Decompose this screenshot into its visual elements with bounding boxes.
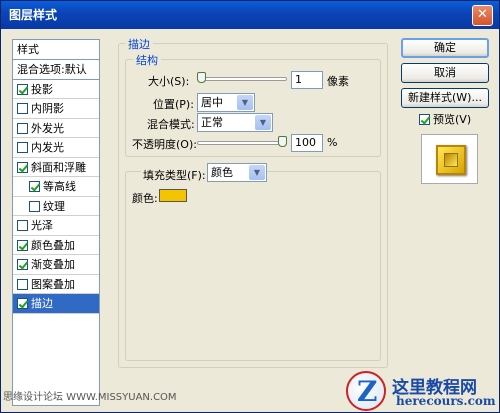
checkbox-icon[interactable] bbox=[17, 83, 28, 95]
checkbox-icon[interactable] bbox=[17, 103, 28, 114]
checkbox-icon[interactable] bbox=[29, 181, 40, 192]
style-list-item[interactable]: 投影 bbox=[13, 80, 99, 99]
opacity-slider-thumb[interactable] bbox=[278, 136, 287, 147]
style-list-item-label: 纹理 bbox=[43, 199, 65, 213]
opacity-unit: % bbox=[327, 136, 338, 149]
checkbox-icon[interactable] bbox=[17, 220, 28, 231]
close-button[interactable]: ✕ bbox=[472, 5, 493, 26]
checkbox-icon[interactable] bbox=[17, 239, 28, 251]
checkbox-icon[interactable] bbox=[17, 298, 28, 309]
blend-options-item[interactable]: 混合选项:默认 bbox=[13, 60, 99, 80]
position-value: 居中 bbox=[201, 96, 223, 109]
checkbox-icon[interactable] bbox=[17, 278, 28, 290]
style-list-item-label: 渐变叠加 bbox=[31, 258, 75, 271]
style-list-item-label: 光泽 bbox=[31, 219, 53, 232]
style-list-header: 样式 bbox=[13, 40, 99, 60]
chevron-down-icon[interactable]: ▼ bbox=[237, 95, 253, 110]
preview-checkbox[interactable]: 预览(V) bbox=[419, 111, 471, 127]
checkbox-icon[interactable] bbox=[419, 114, 430, 125]
style-list-item[interactable]: 描边 bbox=[13, 294, 99, 314]
layer-style-dialog: 图层样式 ✕ 样式 混合选项:默认 投影内阴影外发光内发光斜面和浮雕等高线纹理光… bbox=[0, 0, 500, 413]
style-list-item[interactable]: 内阴影 bbox=[13, 99, 99, 119]
checkbox-icon[interactable] bbox=[17, 142, 28, 153]
checkbox-icon[interactable] bbox=[17, 259, 28, 270]
style-preview bbox=[421, 134, 478, 184]
preview-swatch-outer bbox=[436, 145, 466, 175]
style-list-item-label: 投影 bbox=[31, 82, 53, 96]
color-label: 颜色: bbox=[132, 192, 158, 205]
structure-group-title: 结构 bbox=[133, 52, 161, 68]
watermark-logo: Z 这里教程网 herecours.com bbox=[346, 371, 498, 413]
stroke-group-title: 描边 bbox=[125, 36, 153, 52]
size-label: 大小(S): bbox=[148, 75, 190, 88]
fill-type-select[interactable]: 颜色 ▼ bbox=[207, 163, 267, 182]
style-list-item[interactable]: 颜色叠加 bbox=[13, 236, 99, 255]
position-label: 位置(P): bbox=[153, 98, 194, 111]
blend-mode-select[interactable]: 正常 ▼ bbox=[197, 113, 273, 132]
style-list-item[interactable]: 内发光 bbox=[13, 138, 99, 158]
title-bar: 图层样式 ✕ bbox=[1, 1, 499, 29]
blend-mode-value: 正常 bbox=[201, 116, 223, 129]
size-slider-thumb[interactable] bbox=[197, 72, 206, 83]
opacity-label: 不透明度(O): bbox=[132, 138, 197, 151]
cancel-button[interactable]: 取消 bbox=[401, 63, 489, 83]
fill-type-label: 填充类型(F): bbox=[141, 167, 208, 183]
watermark-left: 思缘设计论坛 WWW.MISSYUAN.COM bbox=[3, 392, 177, 403]
position-select[interactable]: 居中 ▼ bbox=[197, 93, 255, 112]
style-list-item[interactable]: 斜面和浮雕 bbox=[13, 158, 99, 177]
style-list-item-label: 内阴影 bbox=[31, 102, 64, 115]
style-list-item[interactable]: 光泽 bbox=[13, 216, 99, 236]
size-input[interactable]: 1 bbox=[291, 71, 323, 89]
chevron-down-icon[interactable]: ▼ bbox=[249, 165, 265, 180]
style-list-item-label: 内发光 bbox=[31, 141, 64, 154]
size-slider-track[interactable] bbox=[197, 77, 287, 81]
size-unit: 像素 bbox=[327, 75, 349, 88]
blend-mode-label: 混合模式: bbox=[147, 118, 195, 131]
checkbox-icon[interactable] bbox=[17, 161, 28, 173]
opacity-input[interactable]: 100 bbox=[291, 134, 323, 152]
style-list-item[interactable]: 等高线 bbox=[13, 177, 99, 197]
checkbox-icon[interactable] bbox=[29, 200, 40, 212]
fill-type-value: 颜色 bbox=[211, 166, 233, 179]
preview-swatch-inner bbox=[444, 153, 458, 167]
style-list-item-label: 斜面和浮雕 bbox=[31, 160, 86, 174]
logo-circle: Z bbox=[346, 371, 386, 411]
preview-label: 预览(V) bbox=[433, 113, 472, 126]
style-list-item[interactable]: 纹理 bbox=[13, 197, 99, 216]
style-list: 样式 混合选项:默认 投影内阴影外发光内发光斜面和浮雕等高线纹理光泽颜色叠加渐变… bbox=[12, 39, 100, 406]
logo-url: herecours.com bbox=[396, 394, 496, 408]
color-swatch[interactable] bbox=[159, 189, 187, 202]
style-list-item-label: 描边 bbox=[31, 297, 53, 310]
style-list-item-label: 等高线 bbox=[43, 180, 76, 193]
style-list-item-label: 颜色叠加 bbox=[31, 238, 75, 252]
chevron-down-icon[interactable]: ▼ bbox=[255, 115, 271, 130]
new-style-button[interactable]: 新建样式(W)... bbox=[401, 88, 489, 108]
logo-letter: Z bbox=[357, 375, 378, 408]
window-title: 图层样式 bbox=[9, 8, 58, 22]
style-list-item-label: 图案叠加 bbox=[31, 277, 75, 291]
opacity-slider-track[interactable] bbox=[197, 141, 287, 145]
style-list-item[interactable]: 渐变叠加 bbox=[13, 255, 99, 275]
ok-button[interactable]: 确定 bbox=[401, 38, 489, 58]
close-icon: ✕ bbox=[477, 7, 488, 22]
style-list-item[interactable]: 外发光 bbox=[13, 119, 99, 138]
style-list-item-label: 外发光 bbox=[31, 121, 64, 135]
checkbox-icon[interactable] bbox=[17, 122, 28, 134]
style-list-item[interactable]: 图案叠加 bbox=[13, 275, 99, 294]
